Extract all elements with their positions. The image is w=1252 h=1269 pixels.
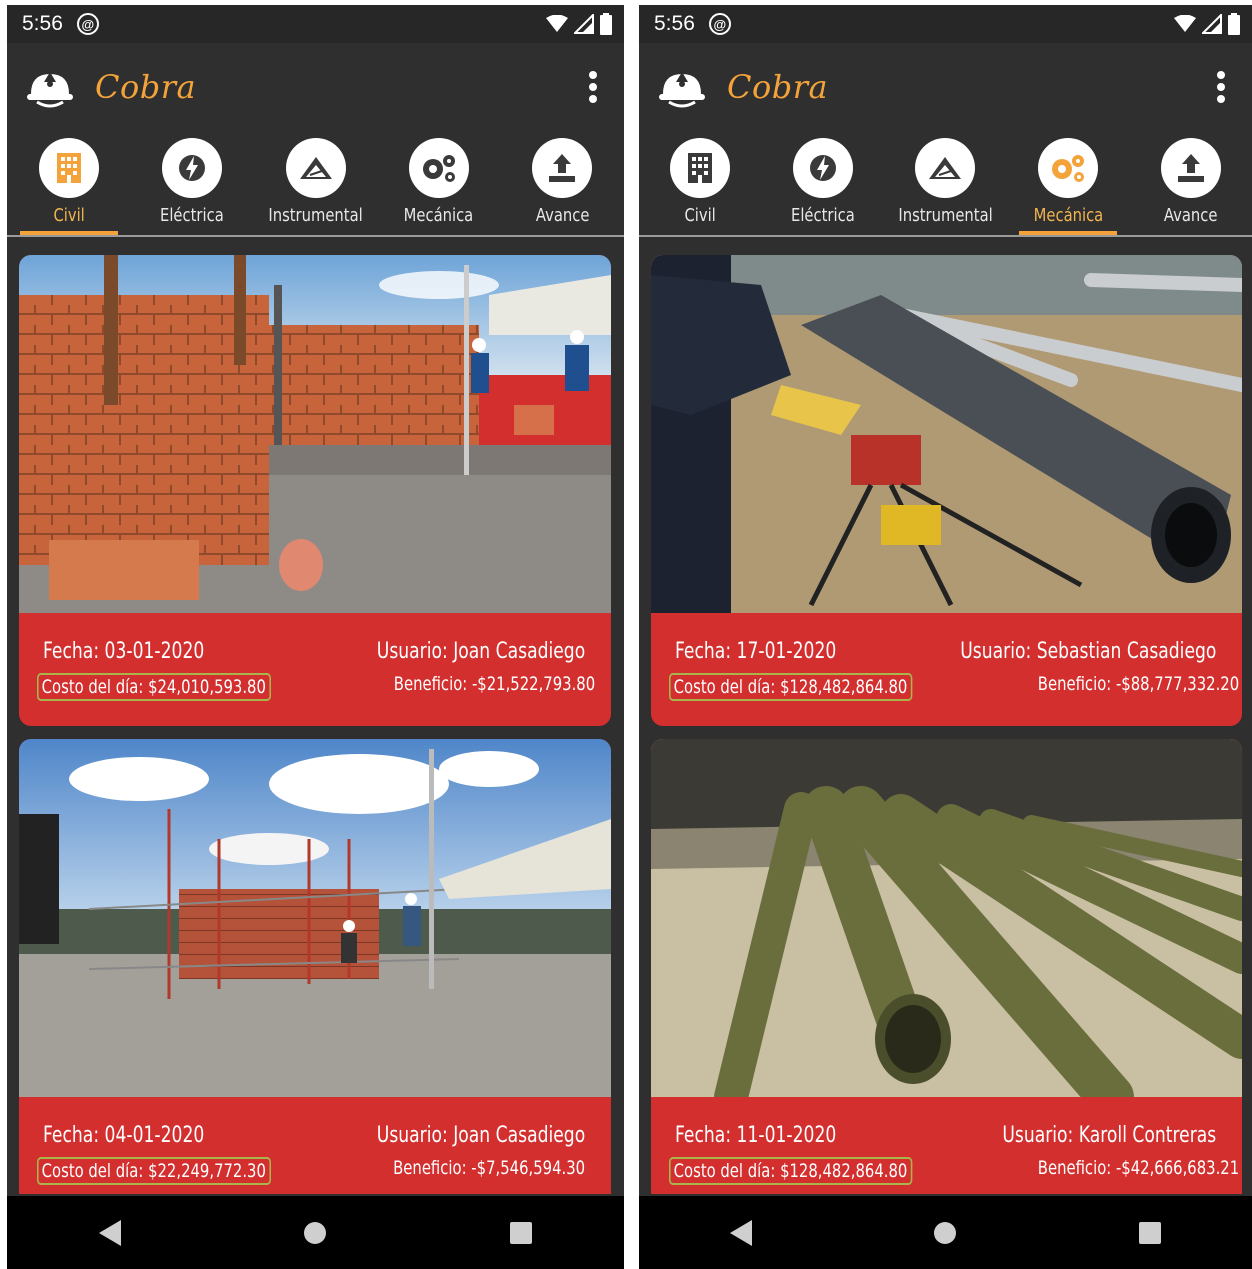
tab-label: Avance [535,205,590,226]
instrument-icon [285,138,346,198]
category-tabs: Civil Eléctrica Instrumental Mecánica Av… [7,131,624,237]
home-icon[interactable] [304,1221,327,1244]
recents-icon[interactable] [510,1221,533,1244]
report-user: Usuario: Sebastian Casadiego [959,639,1216,664]
daily-cost: Costo del día: $22,249,772.30 [37,1157,271,1185]
category-tabs: Civil Eléctrica Instrumental Mecánica Av… [639,131,1252,237]
tab-avance[interactable]: Avance [501,131,624,235]
report-user: Usuario: Joan Casadiego [376,639,585,664]
report-date: Fecha: 04-01-2020 [43,1123,205,1148]
tab-label: Mecánica [1033,205,1103,226]
back-icon[interactable] [730,1219,753,1246]
battery-icon [1228,13,1240,35]
tab-label: Instrumental [898,205,993,226]
report-date: Fecha: 03-01-2020 [43,639,205,664]
tab-label: Avance [1163,205,1218,226]
tab-mecanica[interactable]: Mecánica [377,131,500,235]
building-icon [38,138,99,198]
site-photo-scaffolding [19,739,611,1097]
hardhat-logo-icon [27,72,73,108]
tab-civil[interactable]: Civil [7,131,130,235]
report-details: Fecha: 11-01-2020 Usuario: Karoll Contre… [651,1097,1242,1194]
daily-cost: Costo del día: $24,010,593.80 [37,673,271,701]
tab-mecanica[interactable]: Mecánica [1007,131,1130,235]
active-tab-indicator [19,231,118,235]
report-details: Fecha: 04-01-2020 Usuario: Joan Casadieg… [19,1097,611,1194]
phone-screen-right: 5:56 @ Cobra Civil Eléctrica Instrumenta… [639,5,1252,1269]
tab-instrumental[interactable]: Instrumental [254,131,377,235]
tab-label: Eléctrica [791,205,855,226]
home-icon[interactable] [934,1221,957,1244]
battery-icon [600,13,612,35]
site-photo-brick-walls [19,255,611,613]
instrument-icon [915,138,976,198]
tab-label: Civil [684,205,716,226]
report-details: Fecha: 17-01-2020 Usuario: Sebastian Cas… [651,613,1242,726]
tab-electrica[interactable]: Eléctrica [762,131,885,235]
tab-civil[interactable]: Civil [639,131,762,235]
bolt-icon [792,138,853,198]
report-user: Usuario: Joan Casadiego [376,1123,585,1148]
gears-icon [1038,138,1099,198]
back-icon[interactable] [98,1219,121,1246]
report-card[interactable]: Fecha: 04-01-2020 Usuario: Joan Casadieg… [19,739,611,1194]
tab-avance[interactable]: Avance [1129,131,1252,235]
app-title: Cobra [95,68,197,106]
active-tab-indicator [1019,231,1118,235]
report-date: Fecha: 17-01-2020 [675,639,837,664]
report-feed[interactable]: Fecha: 17-01-2020 Usuario: Sebastian Cas… [639,239,1252,1194]
daily-cost: Costo del día: $128,482,864.80 [669,1157,913,1185]
report-card[interactable]: Fecha: 11-01-2020 Usuario: Karoll Contre… [651,739,1242,1194]
building-icon [670,138,731,198]
upload-icon [1160,138,1221,198]
recents-icon[interactable] [1138,1221,1161,1244]
tab-label: Instrumental [268,205,363,226]
report-feed[interactable]: Fecha: 03-01-2020 Usuario: Joan Casadieg… [7,239,624,1194]
notification-icon: @ [708,13,731,35]
overflow-menu-icon[interactable] [1216,71,1226,103]
site-photo-green-pipes [651,739,1242,1097]
wifi-icon [546,15,568,32]
hardhat-logo-icon [659,72,705,108]
status-time: 5:56 [22,12,63,35]
wifi-icon [1174,15,1196,32]
daily-cost: Costo del día: $128,482,864.80 [669,673,913,701]
system-nav-bar [7,1196,624,1269]
profit-value: Beneficio: -$7,546,594.30 [393,1157,585,1179]
app-title: Cobra [727,68,829,106]
report-details: Fecha: 03-01-2020 Usuario: Joan Casadieg… [19,613,611,726]
tab-label: Mecánica [404,205,474,226]
signal-icon [1202,14,1222,34]
report-card[interactable]: Fecha: 03-01-2020 Usuario: Joan Casadieg… [19,255,611,726]
gears-icon [408,138,469,198]
report-user: Usuario: Karoll Contreras [1002,1123,1216,1148]
phone-screen-left: 5:56 @ Cobra Civil Eléctrica Instrumenta… [7,5,624,1269]
app-bar: Cobra [639,43,1252,131]
report-card[interactable]: Fecha: 17-01-2020 Usuario: Sebastian Cas… [651,255,1242,726]
tab-label: Civil [53,205,85,226]
notification-icon: @ [76,13,99,35]
upload-icon [532,138,593,198]
status-icons [546,13,612,35]
profit-value: Beneficio: -$21,522,793.80 [393,673,595,695]
status-icons [1174,13,1240,35]
status-time: 5:56 [654,12,695,35]
report-date: Fecha: 11-01-2020 [675,1123,837,1148]
tab-label: Eléctrica [160,205,224,226]
profit-value: Beneficio: -$88,777,332.20 [1037,673,1239,695]
system-nav-bar [639,1196,1252,1269]
status-bar: 5:56 @ [7,5,624,43]
profit-value: Beneficio: -$42,666,683.21 [1037,1157,1239,1179]
overflow-menu-icon[interactable] [588,71,598,103]
bolt-icon [162,138,223,198]
tab-electrica[interactable]: Eléctrica [130,131,253,235]
site-photo-pipe-cutting [651,255,1242,613]
tab-instrumental[interactable]: Instrumental [884,131,1007,235]
signal-icon [574,14,594,34]
status-bar: 5:56 @ [639,5,1252,43]
app-bar: Cobra [7,43,624,131]
